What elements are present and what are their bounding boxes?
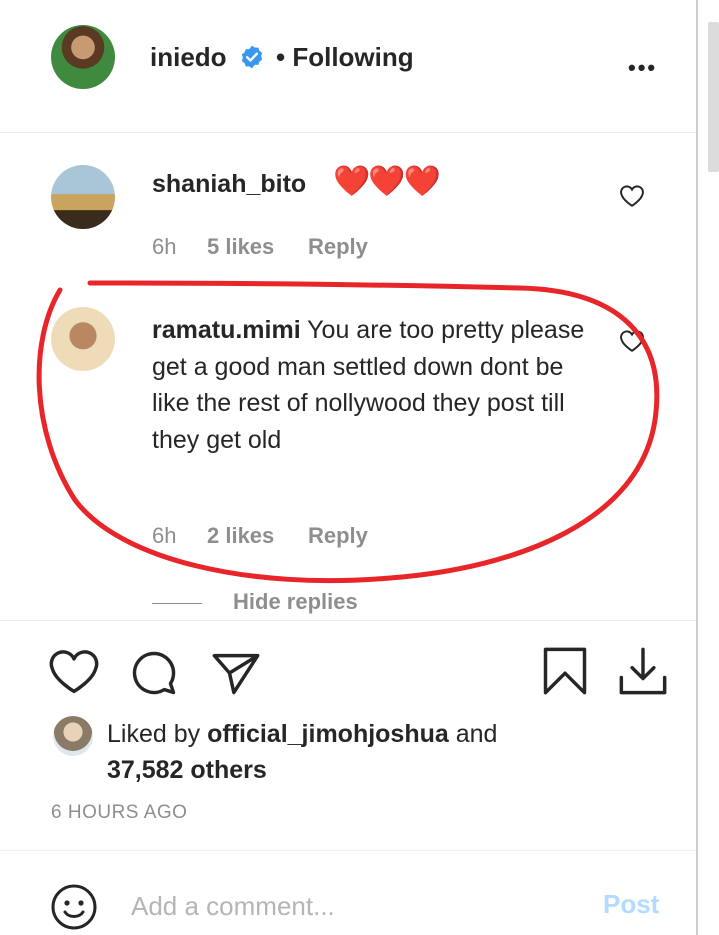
commenter-avatar[interactable] [51,307,115,371]
comment-likes[interactable]: 2 likes [207,523,274,549]
liked-by-user[interactable]: official_jimohjoshua [207,720,449,748]
download-icon[interactable] [617,645,669,697]
liker-avatar[interactable] [53,716,93,756]
following-label: Following [292,42,414,72]
reply-button[interactable]: Reply [308,523,368,549]
header-separator: • [276,42,286,72]
add-comment-input[interactable] [131,886,571,926]
avatar[interactable] [51,25,115,89]
more-options-icon[interactable]: ••• [628,55,657,81]
comment-like-heart-icon[interactable] [619,329,645,353]
comment-time[interactable]: 6h [152,234,176,260]
scrollbar-thumb[interactable] [708,22,719,172]
replies-divider [152,603,202,604]
comment-like-heart-icon[interactable] [619,184,645,208]
verified-badge-icon [241,45,263,69]
commenter-avatar[interactable] [51,165,115,229]
comment-time[interactable]: 6h [152,523,176,549]
like-heart-icon[interactable] [48,647,100,699]
comment-text: ❤️❤️❤️ [333,165,441,198]
post-panel: iniedo • Following ••• shaniah_bito ❤️❤️… [0,0,696,935]
comment-username[interactable]: ramatu.mimi [152,316,301,344]
panel-border [696,0,698,935]
post-timestamp[interactable]: 6 HOURS AGO [51,802,187,824]
liked-by-prefix: Liked by [107,720,201,748]
liked-by-others[interactable]: 37,582 others [107,756,267,784]
divider [0,850,696,851]
reply-button[interactable]: Reply [308,234,368,260]
liked-by-conjunction: and [455,720,498,748]
follow-status[interactable]: • Following [276,42,414,73]
liked-by-summary[interactable]: Liked by official_jimohjoshua and 37,582… [107,716,577,788]
hide-replies-button[interactable]: Hide replies [233,589,358,615]
share-paper-plane-icon[interactable] [210,647,262,699]
comment-likes[interactable]: 5 likes [207,234,274,260]
post-comment-button[interactable]: Post [603,889,659,920]
divider [0,620,696,621]
save-bookmark-icon[interactable] [539,645,591,697]
comment-bubble-icon[interactable] [128,647,180,699]
comment-username[interactable]: shaniah_bito [152,170,306,199]
post-header: iniedo • Following ••• [0,0,696,133]
emoji-smiley-icon[interactable] [50,883,98,931]
comment-body: ramatu.mimi You are too pretty please ge… [152,312,592,458]
post-author-username[interactable]: iniedo [150,42,227,73]
